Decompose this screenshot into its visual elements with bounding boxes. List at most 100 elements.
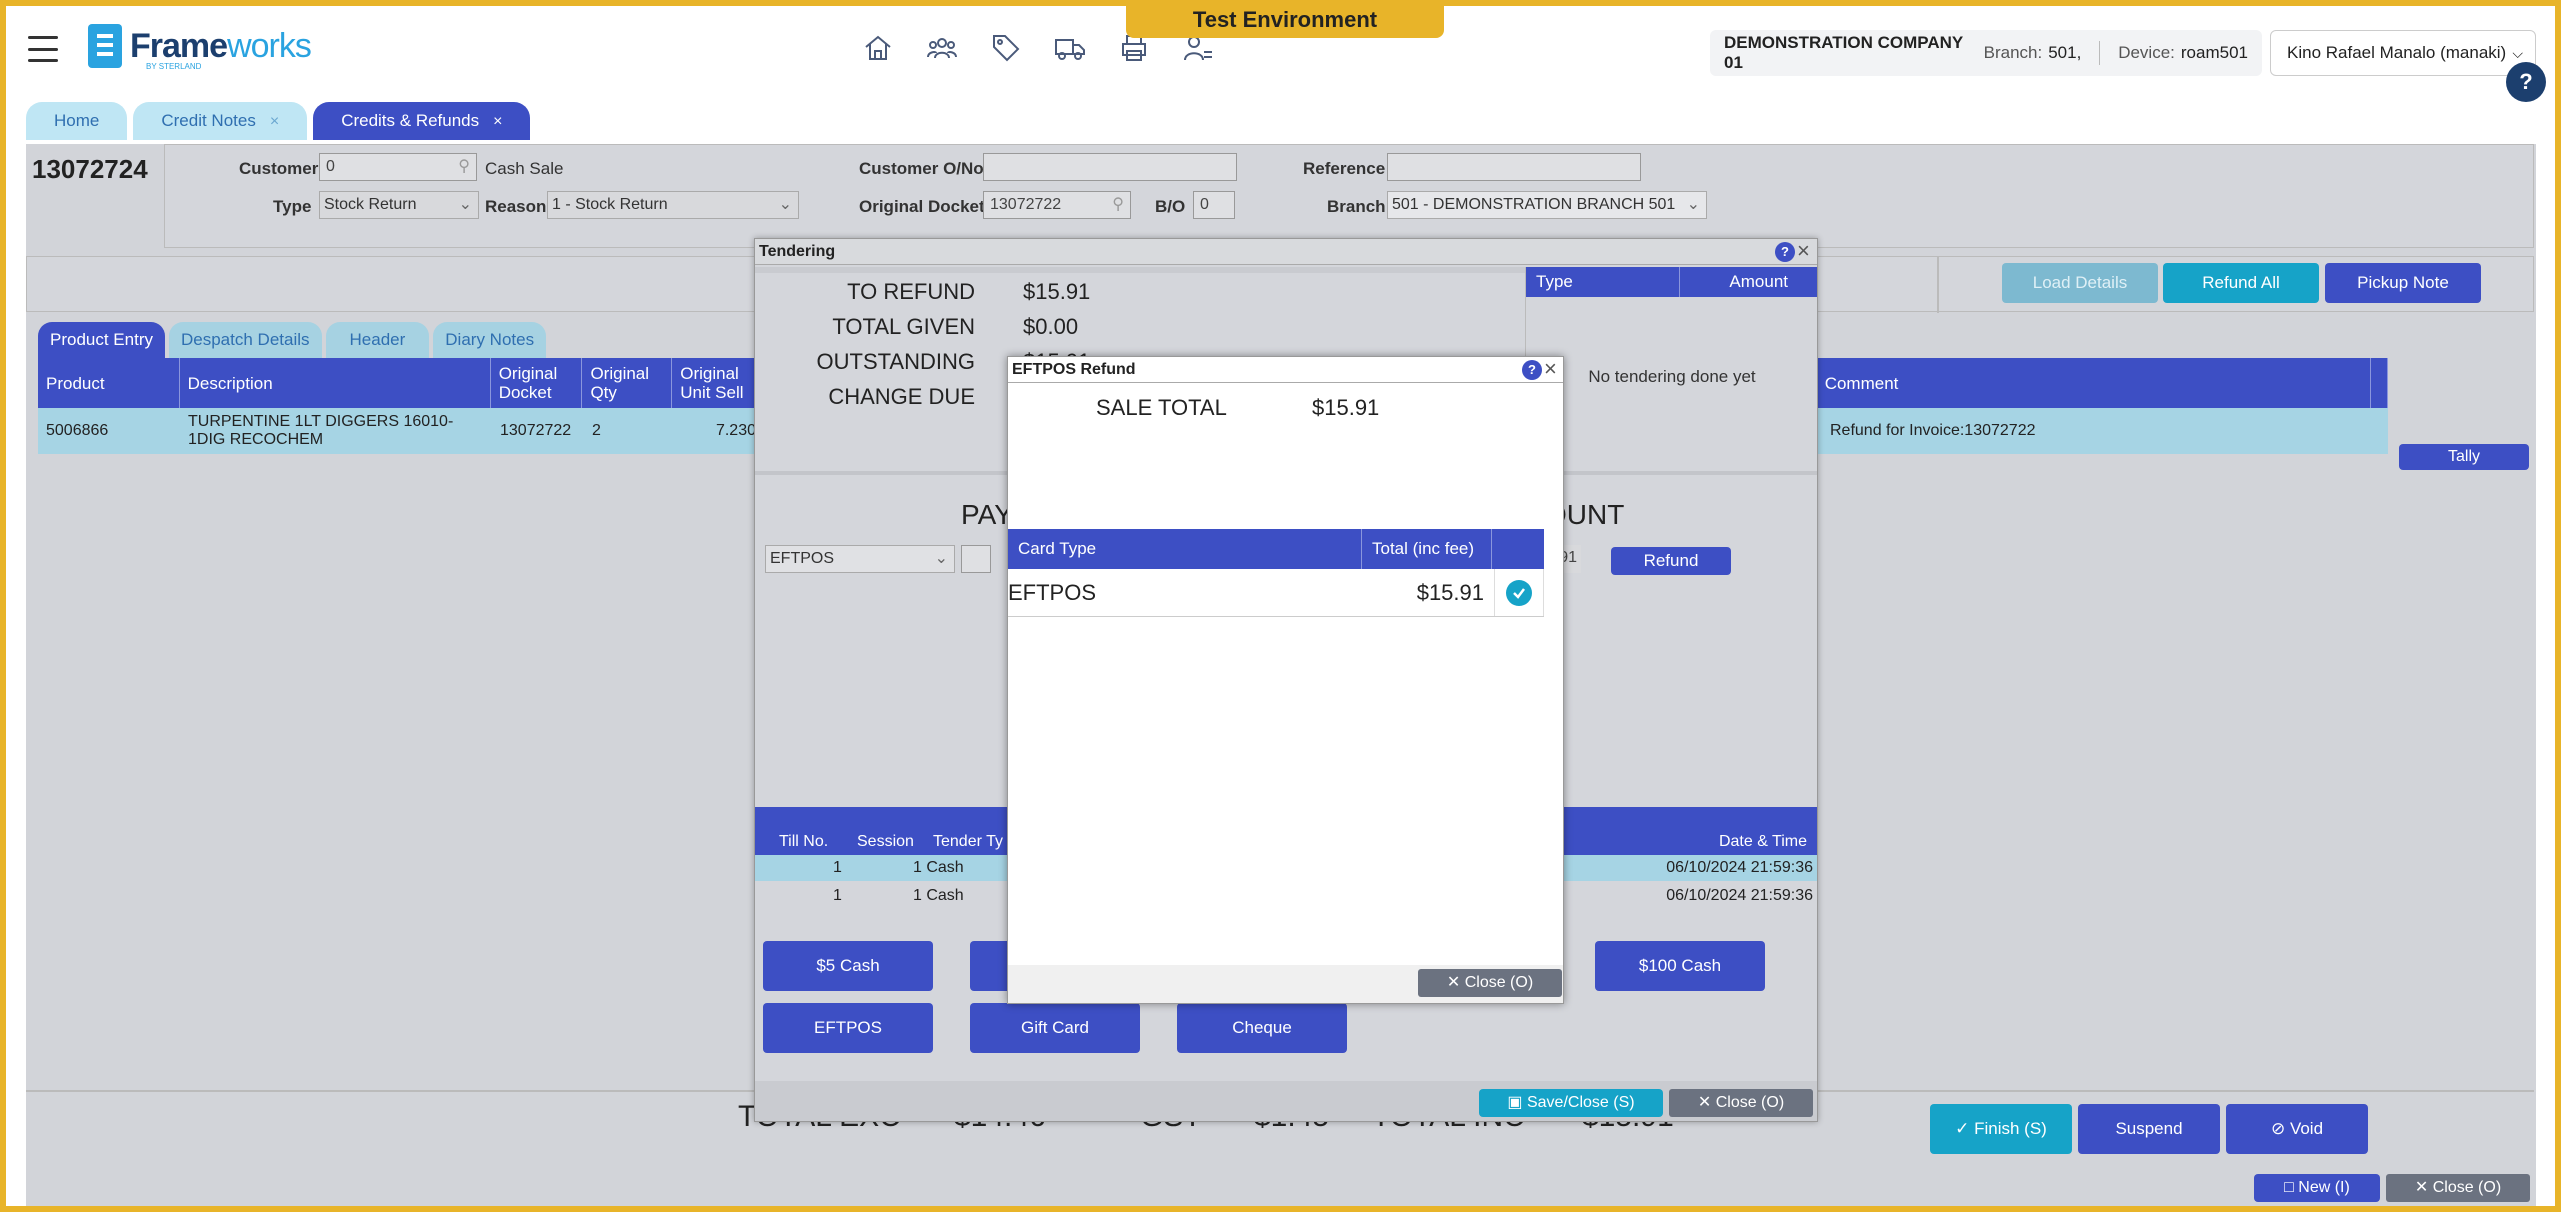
void-button[interactable]: ⊘ Void — [2226, 1104, 2368, 1154]
hamburger-menu-icon[interactable] — [28, 36, 58, 62]
top-bar: Frameworks BY STERLAND Test Environment … — [6, 6, 2555, 98]
payment-method-select[interactable]: EFTPOS ⌄ — [765, 545, 955, 573]
original-docket-value: 13072722 — [990, 196, 1062, 213]
search-icon[interactable]: ⚲ — [1112, 192, 1124, 218]
tab-home[interactable]: Home — [26, 102, 128, 140]
search-icon[interactable]: ⚲ — [458, 154, 470, 180]
tag-icon[interactable] — [990, 32, 1022, 64]
close-icon[interactable]: × — [1544, 358, 1557, 380]
total-given-label: TOTAL GIVEN — [832, 314, 975, 339]
column-description[interactable]: Description — [180, 358, 491, 408]
close-icon[interactable]: × — [270, 113, 279, 130]
close-icon: ✕ — [1446, 974, 1465, 991]
cheque-button[interactable]: Cheque — [1177, 1003, 1347, 1053]
tab-despatch-details[interactable]: Despatch Details — [169, 322, 322, 358]
close-icon[interactable]: × — [493, 113, 502, 130]
column-comment[interactable]: Comment — [1825, 358, 2371, 408]
reason-label: Reason — [485, 197, 547, 216]
tab-diary-notes[interactable]: Diary Notes — [433, 322, 547, 358]
refund-all-button[interactable]: Refund All — [2163, 263, 2319, 303]
branch-label: Branch: — [1983, 43, 2043, 62]
device-value: roam501 — [2180, 43, 2248, 62]
column-comment-label: Comment — [1824, 373, 1899, 393]
check-icon[interactable] — [1506, 579, 1532, 606]
bo-label: B/O — [1155, 197, 1186, 216]
bo-input[interactable]: 0 — [1193, 191, 1235, 219]
sub-tabs: Product Entry Despatch Details Header Di… — [38, 322, 547, 358]
users-icon[interactable] — [926, 32, 958, 64]
outstanding-label: OUTSTANDING — [816, 349, 975, 374]
close-icon: ✕ — [1697, 1094, 1716, 1111]
user-name: Kino Rafael Manalo (manaki) — [2287, 43, 2507, 62]
close-icon[interactable]: × — [1797, 240, 1810, 262]
reason-select[interactable]: 1 - Stock Return ⌄ — [547, 191, 799, 219]
home-icon[interactable] — [862, 32, 894, 64]
header-form: Customer 0 ⚲ Cash Sale Type Stock Return ⌄… — [164, 144, 2534, 248]
help-icon[interactable]: ? — [1522, 360, 1542, 380]
tally-button[interactable]: Tally — [2399, 444, 2529, 470]
close-button[interactable]: ✕ Close (O) — [1418, 969, 1562, 997]
save-close-button[interactable]: ▣ Save/Close (S) — [1479, 1089, 1663, 1117]
suspend-button[interactable]: Suspend — [2078, 1104, 2220, 1154]
dialog-title: EFTPOS Refund — [1008, 357, 1563, 383]
prohibited-icon: ⊘ — [2270, 1119, 2290, 1138]
gift-card-button[interactable]: Gift Card — [970, 1003, 1140, 1053]
original-docket-input[interactable]: 13072722 ⚲ — [983, 191, 1131, 219]
refund-button[interactable]: Refund — [1611, 547, 1731, 575]
tab-credit-notes[interactable]: Credit Notes × — [133, 102, 308, 140]
branch-select[interactable]: 501 - DEMONSTRATION BRANCH 501 ⌄ — [1387, 191, 1707, 219]
company-info: DEMONSTRATION COMPANY 01 Branch: 501, De… — [1710, 30, 2262, 76]
customer-order-label: Customer O/No — [859, 159, 984, 178]
customer-order-input[interactable] — [983, 153, 1237, 181]
to-refund-label: TO REFUND — [847, 279, 975, 304]
branch-label: Branch — [1327, 197, 1386, 216]
eftpos-button[interactable]: EFTPOS — [763, 1003, 933, 1053]
column-tender-type: Tender Ty — [933, 833, 1003, 850]
reference-input[interactable] — [1387, 153, 1641, 181]
table-row[interactable]: EFTPOS $15.91 — [1008, 569, 1544, 617]
truck-icon[interactable] — [1054, 32, 1086, 64]
close-button[interactable]: ✕ Close (O) — [2386, 1174, 2530, 1202]
column-original-qty[interactable]: Original Qty — [582, 358, 673, 408]
column-original-docket[interactable]: Original Docket — [491, 358, 583, 408]
eftpos-refund-dialog: EFTPOS Refund ? × SALE TOTAL $15.91 Card… — [1007, 356, 1564, 1004]
user-menu[interactable]: Kino Rafael Manalo (manaki) ⌵ — [2270, 30, 2536, 76]
cell-unit-sell: 7.230 — [715, 422, 756, 439]
cell-card-type: EFTPOS — [1008, 579, 1097, 605]
customer-value: 0 — [326, 158, 335, 175]
hundred-cash-button[interactable]: $100 Cash — [1595, 941, 1765, 991]
tab-product-entry[interactable]: Product Entry — [38, 322, 165, 358]
cell-product: 5006866 — [46, 422, 109, 439]
check-circle-icon: ✓ — [1955, 1119, 1975, 1138]
help-icon[interactable]: ? — [1775, 242, 1795, 262]
finish-button[interactable]: ✓ Finish (S) — [1930, 1104, 2072, 1154]
type-select[interactable]: Stock Return ⌄ — [319, 191, 479, 219]
close-button[interactable]: ✕ Close (O) — [1669, 1089, 1813, 1117]
column-till-no: Till No. — [779, 833, 829, 850]
cell-comment: Refund for Invoice:13072722 — [1830, 422, 2036, 439]
load-details-button[interactable]: Load Details — [2002, 263, 2158, 303]
pickup-note-button[interactable]: Pickup Note — [2325, 263, 2481, 303]
help-chat-icon[interactable]: ? — [2506, 62, 2546, 102]
cell-total: $15.91 — [1416, 579, 1484, 605]
reference-label: Reference — [1303, 159, 1386, 178]
cell-till: 1 — [833, 887, 842, 904]
customer-input[interactable]: 0 ⚲ — [319, 153, 477, 181]
new-button[interactable]: □ New (I) — [2254, 1174, 2380, 1202]
tab-label: Home — [54, 111, 100, 130]
change-due-label: CHANGE DUE — [828, 384, 975, 409]
column-product[interactable]: Product — [38, 358, 180, 408]
page-tabs: Home Credit Notes × Credits & Refunds × — [26, 102, 531, 140]
column-total-inc-fee: Total (inc fee) — [1362, 529, 1492, 569]
branch-value: 501, — [2048, 43, 2082, 62]
pay-input[interactable] — [961, 545, 991, 573]
finish-label: Finish (S) — [1974, 1119, 2047, 1138]
app-window: Frameworks BY STERLAND Test Environment … — [6, 6, 2555, 1206]
tab-header[interactable]: Header — [325, 322, 430, 358]
close-icon: ✕ — [2414, 1179, 2433, 1196]
column-session: Session — [857, 833, 914, 850]
five-cash-button[interactable]: $5 Cash — [763, 941, 933, 991]
column-original-unit-sell[interactable]: Original Unit Sell — [672, 358, 762, 408]
tab-credits-refunds[interactable]: Credits & Refunds × — [313, 102, 531, 140]
divider — [2099, 41, 2101, 65]
